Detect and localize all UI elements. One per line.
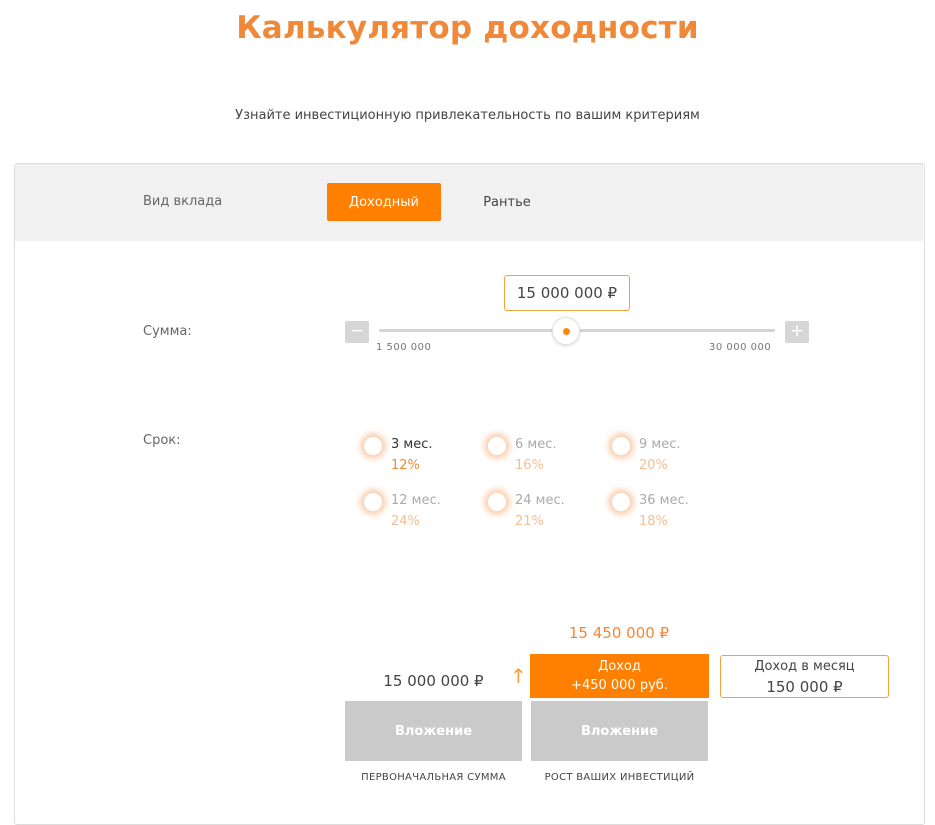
initial-investment-bar: Вложение [345,701,522,761]
growth-caption: РОСТ ВАШИХ ИНВЕСТИЦИЙ [544,772,695,783]
term-36m-radio[interactable] [611,492,631,512]
amount-min-label: 1 500 000 [376,342,432,353]
income-title: Доход [598,659,641,674]
term-24m-radio[interactable] [487,492,507,512]
minus-icon: − [349,321,365,341]
term-12m-radio[interactable] [363,492,383,512]
growth-investment-bar: Вложение [531,701,708,761]
amount-value-tooltip: 15 000 000 ₽ [504,275,630,311]
plus-icon: + [789,321,805,341]
term-6m-radio[interactable] [487,436,507,456]
term-9m-radio[interactable] [611,436,631,456]
income-box: Доход +450 000 руб. [530,654,709,698]
amount-max-label: 30 000 000 [709,342,772,353]
initial-amount-caption: ПЕРВОНАЧАЛЬНАЯ СУММА [361,772,506,783]
amount-label: Сумма: [143,324,192,339]
tab-dokhodny[interactable]: Доходный [327,183,441,221]
amount-decrease-button[interactable]: − [345,321,369,343]
tab-rantye[interactable]: Рантье [467,183,547,221]
page-title: Калькулятор доходности [236,10,699,46]
monthly-income-value: 150 000 ₽ [766,677,843,696]
total-amount: 15 450 000 ₽ [568,624,670,642]
term-36m-label[interactable]: 36 мес. [639,493,689,508]
arrow-up-icon: ↑ [510,664,527,688]
term-6m-label[interactable]: 6 мес. [515,437,557,452]
monthly-income-title: Доход в месяц [754,658,855,674]
deposit-type-label: Вид вклада [143,194,223,209]
term-3m-radio[interactable] [363,436,383,456]
term-3m-label[interactable]: 3 мес. [391,437,433,452]
term-36m-rate: 18% [639,514,668,529]
term-6m-rate: 16% [515,458,544,473]
initial-amount-value: 15 000 000 ₽ [383,672,484,690]
term-12m-label[interactable]: 12 мес. [391,493,441,508]
amount-increase-button[interactable]: + [785,321,809,343]
slider-handle-dot-icon [563,328,570,335]
term-24m-label[interactable]: 24 мес. [515,493,565,508]
term-3m-rate: 12% [391,458,420,473]
term-9m-label[interactable]: 9 мес. [639,437,681,452]
term-label: Срок: [143,433,181,448]
monthly-income-box: Доход в месяц 150 000 ₽ [720,655,889,698]
income-value: +450 000 руб. [571,678,668,693]
page-subtitle: Узнайте инвестиционную привлекательность… [235,108,700,123]
term-24m-rate: 21% [515,514,544,529]
term-9m-rate: 20% [639,458,668,473]
term-12m-rate: 24% [391,514,420,529]
